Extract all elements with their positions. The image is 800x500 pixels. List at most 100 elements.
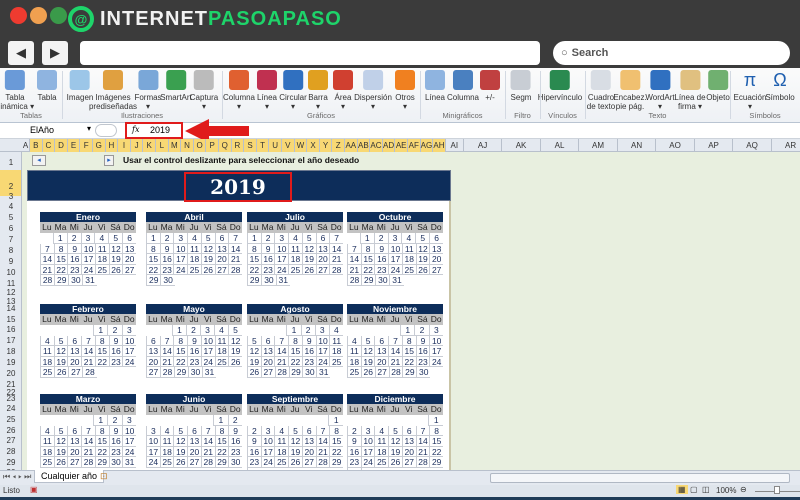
row-header-23[interactable]: 23 — [0, 394, 21, 404]
day-cell[interactable]: 20 — [67, 356, 82, 368]
scroll-left-button[interactable]: ◂ — [32, 155, 46, 166]
day-cell[interactable]: 16 — [108, 436, 123, 447]
day-cell[interactable]: 12 — [288, 436, 302, 447]
day-cell[interactable]: 22 — [146, 264, 160, 276]
day-cell[interactable]: 27 — [214, 264, 229, 276]
day-cell[interactable]: 9 — [67, 243, 82, 255]
ribbon-button-signature-line[interactable]: Línea de firma ▾ — [674, 70, 706, 111]
day-cell[interactable]: 27 — [301, 457, 316, 468]
day-cell[interactable]: 7 — [40, 243, 54, 255]
day-cell[interactable]: 24 — [122, 446, 137, 458]
day-cell[interactable]: 4 — [288, 233, 302, 244]
day-cell[interactable]: 9 — [260, 243, 275, 255]
day-cell[interactable]: 26 — [200, 264, 215, 276]
column-header-AJ[interactable]: AJ — [464, 139, 503, 152]
column-header-AO[interactable]: AO — [656, 139, 695, 152]
day-cell[interactable]: 27 — [401, 457, 416, 468]
day-cell[interactable]: 10 — [146, 436, 160, 447]
day-cell[interactable]: 19 — [108, 254, 123, 265]
day-cell[interactable]: 9 — [108, 425, 123, 437]
page-layout-view-icon[interactable]: ▢ — [690, 485, 698, 494]
day-cell[interactable]: 15 — [94, 436, 109, 447]
day-cell[interactable]: 17 — [260, 446, 275, 458]
day-cell[interactable]: 5 — [173, 425, 188, 437]
day-cell[interactable]: 18 — [40, 446, 54, 458]
day-cell[interactable]: 5 — [388, 425, 402, 437]
day-cell[interactable]: 26 — [415, 264, 430, 276]
day-cell[interactable]: 6 — [122, 233, 137, 244]
day-cell[interactable]: 27 — [315, 264, 330, 276]
day-cell[interactable]: 1 — [359, 233, 374, 244]
ribbon-button-scatter-chart[interactable]: Dispersión ▾ — [354, 70, 392, 111]
day-cell[interactable]: 30 — [108, 457, 123, 468]
day-cell[interactable]: 13 — [122, 243, 137, 255]
day-cell[interactable]: 17 — [429, 346, 444, 357]
day-cell[interactable]: 14 — [388, 346, 402, 357]
day-cell[interactable]: 31 — [202, 367, 216, 378]
column-header-T[interactable]: T — [256, 139, 270, 152]
day-cell[interactable]: 24 — [260, 457, 275, 468]
day-cell[interactable]: 15 — [214, 436, 229, 447]
ribbon-button-symbol[interactable]: Ω Símbolo — [765, 70, 794, 102]
row-header-8[interactable]: 8 — [0, 246, 21, 256]
day-cell[interactable]: 25 — [214, 356, 229, 368]
day-cell[interactable]: 7 — [228, 233, 243, 244]
day-cell[interactable]: 7 — [388, 335, 402, 347]
column-header-AM[interactable]: AM — [579, 139, 618, 152]
day-cell[interactable]: 5 — [53, 335, 68, 347]
day-cell[interactable]: 13 — [301, 436, 316, 447]
ribbon-button-bar-chart[interactable]: Barra ▾ — [308, 70, 328, 111]
day-cell[interactable]: 31 — [389, 275, 404, 286]
day-cell[interactable]: 7 — [347, 243, 361, 255]
day-cell[interactable]: 15 — [173, 346, 188, 357]
day-cell[interactable]: 16 — [301, 346, 316, 357]
ribbon-button-line-chart[interactable]: Línea ▾ — [257, 70, 277, 111]
day-cell[interactable]: 22 — [329, 446, 344, 458]
day-cell[interactable]: 14 — [228, 243, 243, 255]
day-cell[interactable]: 1 — [286, 325, 301, 336]
day-cell[interactable]: 20 — [187, 446, 201, 458]
day-cell[interactable]: 11 — [401, 243, 416, 255]
day-cell[interactable]: 22 — [173, 356, 188, 368]
day-cell[interactable]: 14 — [329, 243, 344, 255]
ribbon-button-column-chart[interactable]: Columna ▾ — [223, 70, 255, 111]
column-header-X[interactable]: X — [307, 139, 320, 152]
day-cell[interactable]: 13 — [374, 346, 389, 357]
row-header-3[interactable]: 3 — [0, 192, 21, 202]
day-cell[interactable]: 4 — [347, 335, 361, 347]
day-cell[interactable]: 18 — [329, 346, 344, 357]
day-cell[interactable]: 2 — [247, 425, 261, 437]
day-cell[interactable]: 20 — [146, 356, 160, 368]
day-cell[interactable]: 20 — [260, 356, 275, 368]
day-cell[interactable]: 21 — [315, 446, 330, 458]
day-cell[interactable]: 8 — [401, 335, 416, 347]
day-cell[interactable]: 23 — [374, 264, 389, 276]
day-cell[interactable]: 10 — [360, 436, 375, 447]
ribbon-button-pie-chart[interactable]: Circular ▾ — [279, 70, 307, 111]
ribbon-button-pivot-table[interactable]: Tabla dinámica ▾ — [0, 70, 34, 111]
day-cell[interactable]: 31 — [316, 367, 331, 378]
day-cell[interactable]: 22 — [247, 264, 261, 276]
ribbon-button-table[interactable]: Tabla — [37, 70, 57, 102]
search-box[interactable]: ○ Search — [553, 41, 790, 65]
row-header-18[interactable]: 18 — [0, 347, 21, 357]
day-cell[interactable]: 22 — [360, 264, 375, 276]
day-cell[interactable]: 24 — [315, 356, 330, 368]
day-cell[interactable]: 1 — [172, 325, 186, 336]
day-cell[interactable]: 25 — [187, 264, 201, 276]
day-cell[interactable]: 4 — [328, 325, 343, 336]
day-cell[interactable]: 10 — [200, 335, 215, 347]
day-cell[interactable]: 14 — [274, 346, 289, 357]
day-cell[interactable]: 29 — [94, 457, 109, 468]
column-header-Q[interactable]: Q — [219, 139, 232, 152]
day-cell[interactable]: 26 — [360, 367, 375, 378]
day-cell[interactable]: 29 — [402, 367, 417, 378]
column-header-AK[interactable]: AK — [502, 139, 541, 152]
day-cell[interactable]: 4 — [159, 425, 174, 437]
day-cell[interactable]: 13 — [429, 243, 444, 255]
row-header-27[interactable]: 27 — [0, 436, 21, 446]
day-cell[interactable]: 13 — [67, 436, 82, 447]
row-header-29[interactable]: 29 — [0, 458, 21, 468]
day-cell[interactable]: 22 — [94, 446, 109, 458]
forward-button[interactable]: ▶ — [42, 41, 68, 65]
